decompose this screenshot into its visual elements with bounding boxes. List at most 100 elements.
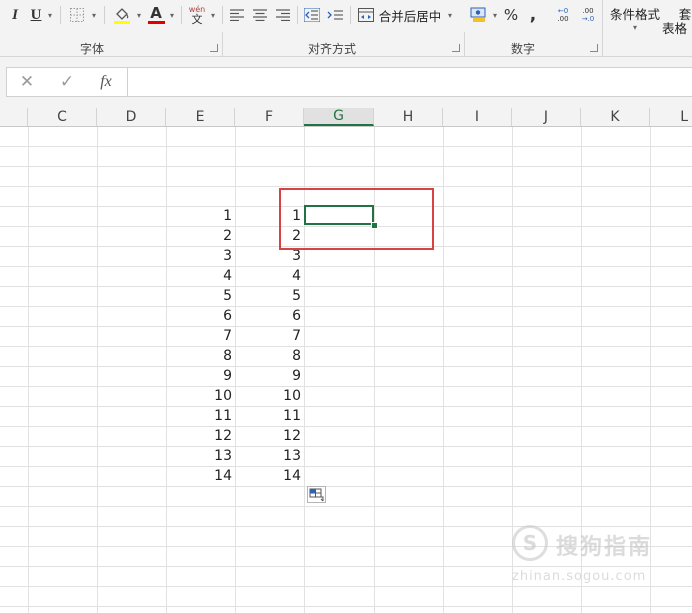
cell-e[interactable]: 14	[166, 466, 235, 485]
cancel-icon[interactable]: ✕	[17, 72, 37, 92]
cell-e[interactable]: 7	[166, 326, 235, 345]
cell-e[interactable]: 12	[166, 426, 235, 445]
watermark-url: zhinan.sogou.com	[512, 569, 647, 584]
gridline-horizontal	[0, 426, 692, 427]
gridline-vertical	[443, 127, 444, 613]
column-header-c[interactable]: C	[28, 108, 97, 126]
decrease-indent-button[interactable]	[302, 4, 322, 26]
font-dialog-launcher-icon[interactable]	[210, 44, 218, 52]
decrease-decimal-button[interactable]: .00 →.0	[578, 4, 598, 26]
watermark-logo-letter: S	[522, 531, 538, 555]
align-center-button[interactable]	[251, 4, 269, 26]
decrease-decimal-label-top: .00	[582, 7, 594, 15]
ribbon-separator	[60, 6, 61, 24]
fill-color-button[interactable]	[110, 4, 134, 26]
merge-center-dropdown-icon[interactable]: ▾	[445, 4, 455, 26]
increase-indent-icon	[327, 10, 343, 20]
increase-indent-button[interactable]	[325, 4, 345, 26]
cell-e[interactable]: 9	[166, 366, 235, 385]
column-header-i[interactable]: I	[443, 108, 512, 126]
annotation-highlight-box	[279, 188, 434, 250]
align-right-icon	[276, 9, 290, 21]
cell-f[interactable]: 7	[235, 326, 304, 345]
gridline-horizontal	[0, 266, 692, 267]
align-left-button[interactable]	[228, 4, 246, 26]
cell-e[interactable]: 13	[166, 446, 235, 465]
cell-e[interactable]: 1	[166, 206, 235, 225]
increase-decimal-button[interactable]: ←0 .00	[553, 4, 573, 26]
currency-icon	[470, 7, 486, 22]
cell-e[interactable]: 10	[166, 386, 235, 405]
insert-function-icon[interactable]: fx	[95, 72, 117, 92]
cell-f[interactable]: 5	[235, 286, 304, 305]
column-header-f[interactable]: F	[235, 108, 304, 126]
cell-e[interactable]: 6	[166, 306, 235, 325]
conditional-format-dropdown-icon[interactable]: ▾	[630, 16, 640, 38]
column-header-k[interactable]: K	[581, 108, 650, 126]
phonetic-dropdown-icon[interactable]: ▾	[208, 4, 218, 26]
border-icon	[70, 8, 84, 22]
column-header-l[interactable]: L	[650, 108, 692, 126]
column-header-j[interactable]: J	[512, 108, 581, 126]
ribbon: I U ▾ ▾ ▾ A ▾ wén 文 ▾ 合并后居中 ▾ ▾ % , ←0 .…	[0, 0, 692, 57]
merge-center-icon-button[interactable]	[356, 4, 376, 26]
cell-e[interactable]: 8	[166, 346, 235, 365]
cell-f[interactable]: 10	[235, 386, 304, 405]
cell-e[interactable]: 4	[166, 266, 235, 285]
alignment-dialog-launcher-icon[interactable]	[452, 44, 460, 52]
number-group-label: 数字	[511, 42, 536, 56]
cell-f[interactable]: 13	[235, 446, 304, 465]
accounting-dropdown-icon[interactable]: ▾	[490, 4, 500, 26]
cell-f[interactable]: 9	[235, 366, 304, 385]
phonetic-guide-button[interactable]: wén 文	[186, 4, 208, 26]
font-color-bar	[147, 21, 165, 24]
gridline-horizontal	[0, 486, 692, 487]
italic-button[interactable]: I	[6, 4, 24, 26]
cell-f[interactable]: 8	[235, 346, 304, 365]
border-button[interactable]	[66, 4, 88, 26]
gridline-horizontal	[0, 606, 692, 607]
underline-button[interactable]: U	[28, 4, 44, 26]
accounting-format-button[interactable]	[468, 4, 490, 26]
watermark-text: 搜狗指南	[556, 535, 653, 560]
font-color-dropdown-icon[interactable]: ▾	[167, 4, 177, 26]
column-header-partial[interactable]	[0, 108, 28, 126]
percent-button[interactable]: %	[502, 4, 520, 26]
gridline-horizontal	[0, 586, 692, 587]
cell-f[interactable]: 12	[235, 426, 304, 445]
cell-e[interactable]: 5	[166, 286, 235, 305]
border-dropdown-icon[interactable]: ▾	[89, 4, 99, 26]
increase-decimal-label-top: ←0	[557, 7, 569, 15]
comma-style-button[interactable]: ,	[526, 4, 540, 26]
font-color-button[interactable]: A	[145, 4, 167, 26]
auto-fill-options-button[interactable]	[307, 486, 326, 503]
cell-f[interactable]: 14	[235, 466, 304, 485]
align-right-button[interactable]	[274, 4, 292, 26]
cell-f[interactable]: 6	[235, 306, 304, 325]
font-group-label: 字体	[80, 42, 105, 56]
merge-center-button[interactable]: 合并后居中	[377, 4, 443, 26]
cell-f[interactable]: 11	[235, 406, 304, 425]
formula-bar: ✕ ✓ fx	[6, 67, 692, 97]
phonetic-guide-label-bottom: 文	[191, 12, 203, 26]
column-header-g[interactable]: G	[304, 108, 374, 126]
gridline-horizontal	[0, 466, 692, 467]
column-header-d[interactable]: D	[97, 108, 166, 126]
ribbon-separator	[222, 6, 223, 24]
formula-input[interactable]	[131, 68, 691, 96]
cell-e[interactable]: 11	[166, 406, 235, 425]
number-dialog-launcher-icon[interactable]	[590, 44, 598, 52]
gridline-horizontal	[0, 446, 692, 447]
decrease-decimal-label-bottom: →.0	[581, 15, 595, 23]
enter-check-icon[interactable]: ✓	[57, 72, 77, 92]
cell-f[interactable]: 4	[235, 266, 304, 285]
column-header-h[interactable]: H	[374, 108, 443, 126]
fill-color-dropdown-icon[interactable]: ▾	[134, 4, 144, 26]
column-header-e[interactable]: E	[166, 108, 235, 126]
cell-e[interactable]: 3	[166, 246, 235, 265]
gridline-horizontal	[0, 306, 692, 307]
gridline-horizontal	[0, 346, 692, 347]
underline-dropdown-icon[interactable]: ▾	[45, 4, 55, 26]
gridline-vertical	[97, 127, 98, 613]
cell-e[interactable]: 2	[166, 226, 235, 245]
